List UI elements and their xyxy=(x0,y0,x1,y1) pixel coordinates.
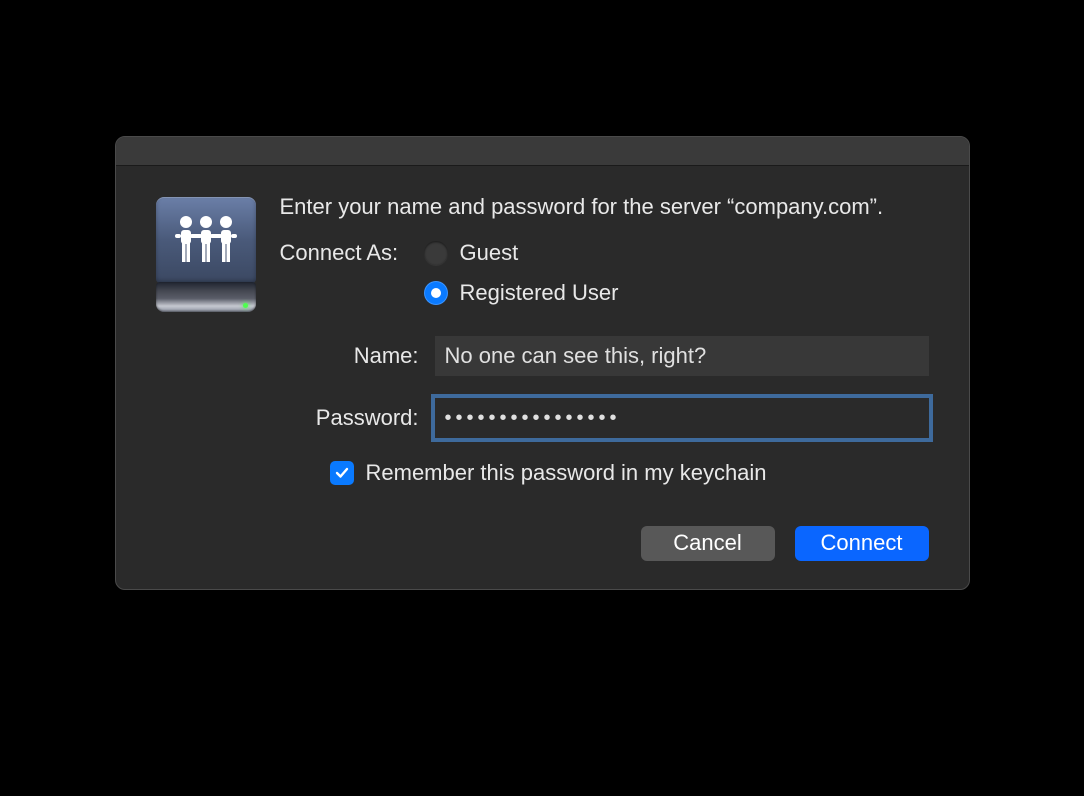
remember-label: Remember this password in my keychain xyxy=(366,460,767,486)
name-field-row: Name: xyxy=(280,336,929,376)
checkmark-icon xyxy=(334,465,350,481)
prompt-text: Enter your name and password for the ser… xyxy=(280,192,929,222)
cancel-button[interactable]: Cancel xyxy=(641,526,775,561)
server-auth-dialog: Enter your name and password for the ser… xyxy=(115,136,970,590)
remember-checkbox-row[interactable]: Remember this password in my keychain xyxy=(330,460,929,486)
connect-button[interactable]: Connect xyxy=(795,526,929,561)
connect-as-radio-group: Guest Registered User xyxy=(424,240,619,306)
password-field-row: Password: •••••••••••••••• xyxy=(280,398,929,438)
name-label: Name: xyxy=(280,343,435,369)
dialog-titlebar[interactable] xyxy=(116,137,969,166)
icon-column xyxy=(156,192,256,561)
drive-base xyxy=(156,282,256,312)
radio-circle-selected-icon xyxy=(424,281,448,305)
network-drive-icon xyxy=(156,197,256,312)
radio-registered-label: Registered User xyxy=(460,280,619,306)
drive-light-icon xyxy=(243,303,248,308)
form-column: Enter your name and password for the ser… xyxy=(280,192,929,561)
password-input[interactable]: •••••••••••••••• xyxy=(435,398,929,438)
remember-checkbox xyxy=(330,461,354,485)
connect-as-label: Connect As: xyxy=(280,240,424,266)
password-dots: •••••••••••••••• xyxy=(445,407,621,429)
radio-guest-label: Guest xyxy=(460,240,519,266)
drive-body xyxy=(156,197,256,283)
dialog-content: Enter your name and password for the ser… xyxy=(116,166,969,589)
people-icon xyxy=(171,212,241,268)
radio-registered-user[interactable]: Registered User xyxy=(424,280,619,306)
password-label: Password: xyxy=(280,405,435,431)
name-input[interactable] xyxy=(435,336,929,376)
radio-circle-icon xyxy=(424,241,448,265)
button-row: Cancel Connect xyxy=(280,526,929,561)
connect-as-row: Connect As: Guest Registered User xyxy=(280,240,929,306)
radio-guest[interactable]: Guest xyxy=(424,240,619,266)
